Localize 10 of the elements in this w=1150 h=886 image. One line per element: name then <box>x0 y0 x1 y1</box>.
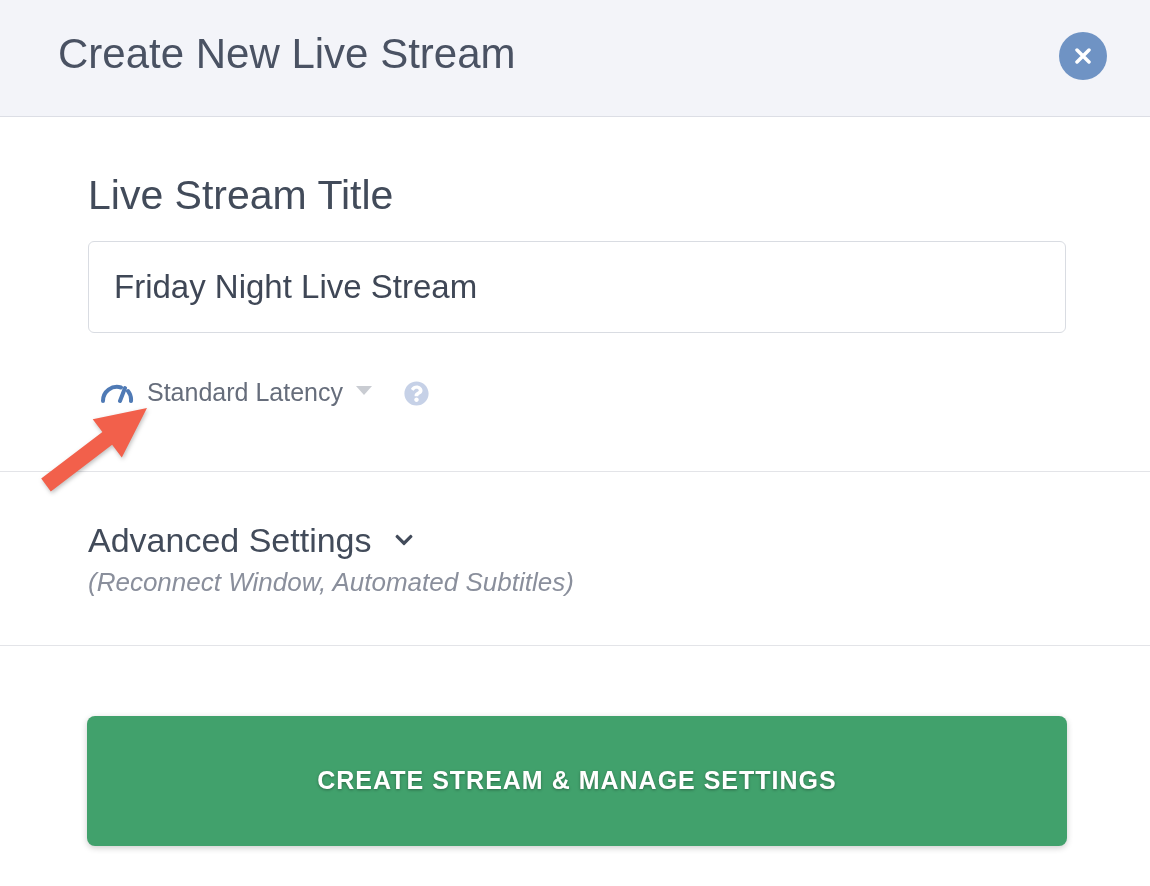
close-button[interactable] <box>1059 32 1107 80</box>
close-icon <box>1075 48 1091 64</box>
caret-icon <box>356 385 372 395</box>
advanced-settings-description: (Reconnect Window, Automated Subtitles) <box>88 567 574 597</box>
latency-dropdown[interactable]: Standard Latency <box>100 374 372 412</box>
dialog-title: Create New Live Stream <box>58 30 516 79</box>
title-input[interactable]: Friday Night Live Stream <box>88 241 1066 333</box>
gauge-icon <box>100 383 134 403</box>
advanced-settings-toggle[interactable]: Advanced Settings <box>88 520 414 560</box>
field-label: Live Stream Title <box>88 172 394 218</box>
